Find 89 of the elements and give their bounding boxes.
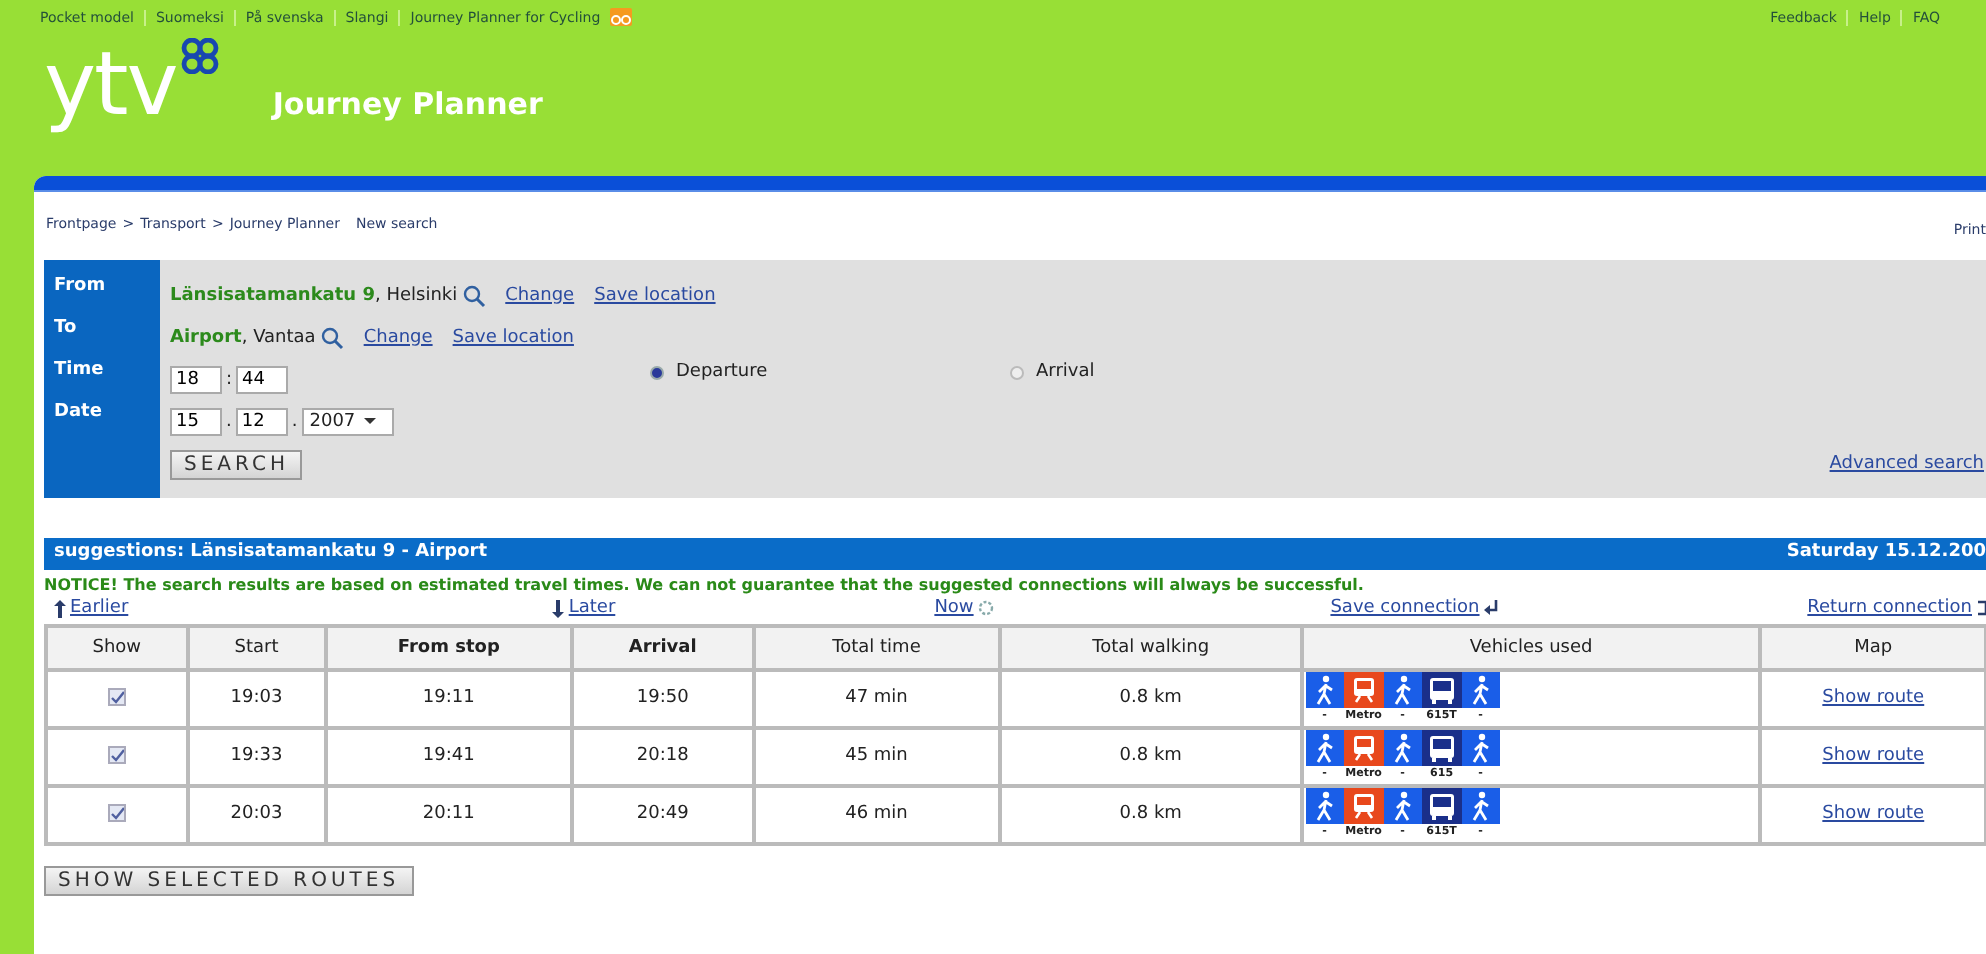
- arrival-time: 20:18: [636, 746, 689, 766]
- show-selected-routes-button[interactable]: SHOW SELECTED ROUTES: [44, 865, 414, 895]
- save-location-link[interactable]: Save location: [594, 285, 716, 305]
- show-route-link[interactable]: Show route: [1822, 746, 1925, 766]
- arrival-time: 20:49: [636, 804, 689, 824]
- bus-icon: [1421, 730, 1462, 766]
- search-button[interactable]: SEARCH: [170, 450, 303, 480]
- check-icon: [109, 690, 124, 705]
- page-title: Journey Planner: [272, 86, 543, 122]
- results-date: Saturday 15.12.200: [1786, 542, 1986, 566]
- save-link[interactable]: Save connection: [1330, 598, 1498, 618]
- down-arrow-icon: [552, 599, 565, 617]
- location-text: Länsisatamankatu 9, Helsinki: [170, 285, 458, 305]
- departure-time: 19:41: [422, 746, 475, 766]
- date-field[interactable]: 12: [235, 407, 288, 435]
- now-link[interactable]: Now: [934, 598, 994, 618]
- radio-label: Departure: [676, 362, 768, 382]
- field-label: Date: [54, 402, 104, 426]
- location-text: Airport, Vantaa: [170, 327, 316, 347]
- radio-button[interactable]: [650, 365, 664, 379]
- caret-icon: [363, 418, 376, 424]
- column-header: Total walking: [999, 625, 1302, 669]
- show-route-link[interactable]: Show route: [1822, 804, 1925, 824]
- separator-text: :: [226, 369, 233, 389]
- show-checkbox[interactable]: [107, 746, 126, 765]
- total-time: 47 min: [845, 688, 908, 708]
- column-header: Total time: [753, 625, 1000, 669]
- walking-distance: 0.8 km: [1119, 688, 1182, 708]
- walking-icon: [1383, 730, 1422, 766]
- separator-text: .: [226, 411, 232, 431]
- field-label: From: [54, 276, 108, 300]
- train-icon: [1343, 672, 1384, 708]
- show-checkbox[interactable]: [107, 688, 126, 707]
- check-icon: [109, 748, 124, 763]
- search-icon: [461, 283, 486, 307]
- total-time: 45 min: [845, 746, 908, 766]
- results-title: suggestions: Länsisatamankatu 9 - Airport: [54, 542, 488, 566]
- show-checkbox[interactable]: [107, 804, 126, 823]
- walking-icon: [1461, 788, 1500, 824]
- up-arrow-icon: [54, 599, 66, 617]
- start-time: 20:03: [230, 804, 283, 824]
- show-route-link[interactable]: Show route: [1822, 688, 1925, 708]
- column-header: Arrival: [572, 625, 754, 669]
- walking-icon: [1383, 672, 1422, 708]
- start-time: 19:03: [230, 688, 283, 708]
- walking-icon: [1305, 672, 1344, 708]
- return-link[interactable]: Return connection: [1807, 598, 1986, 618]
- change-link[interactable]: Change: [505, 285, 575, 305]
- column-header: Show: [46, 625, 188, 669]
- save-location-link[interactable]: Save location: [452, 327, 574, 347]
- walking-icon: [1383, 788, 1422, 824]
- total-time: 46 min: [845, 804, 908, 824]
- column-header: Vehicles used: [1301, 625, 1761, 669]
- date-field[interactable]: 15: [170, 407, 222, 435]
- walking-distance: 0.8 km: [1119, 746, 1182, 766]
- return-arrow-icon: [1483, 600, 1498, 616]
- earlier-link[interactable]: Earlier: [54, 598, 129, 618]
- time-field[interactable]: 18: [170, 365, 222, 393]
- train-icon: [1343, 788, 1384, 824]
- separator-text: .: [291, 411, 298, 431]
- walking-icon: [1461, 672, 1500, 708]
- radio-label: Arrival: [1036, 362, 1095, 382]
- search-icon: [319, 325, 344, 349]
- walking-icon: [1461, 730, 1500, 766]
- field-label: Time: [54, 360, 106, 384]
- departure-time: 20:11: [422, 804, 475, 824]
- year-dropdown[interactable]: 2007: [301, 407, 394, 435]
- later-link[interactable]: Later: [552, 598, 616, 618]
- check-icon: [109, 806, 124, 821]
- column-header: Map: [1760, 625, 1986, 669]
- departure-time: 19:11: [422, 688, 475, 708]
- logo-symbol-icon: [180, 38, 221, 74]
- field-label: To: [54, 318, 79, 342]
- walking-distance: 0.8 km: [1119, 804, 1182, 824]
- bicycle-icon: [610, 8, 633, 26]
- advanced-search-link[interactable]: Advanced search: [1829, 454, 1984, 474]
- bus-icon: [1421, 672, 1462, 708]
- train-icon: [1343, 730, 1384, 766]
- change-link[interactable]: Change: [363, 327, 433, 347]
- walking-icon: [1305, 730, 1344, 766]
- column-header: Start: [187, 625, 326, 669]
- notice-text: NOTICE! The search results are based on estimated travel times. We can not guarantee that the suggested connections will always be successful.: [44, 574, 1366, 594]
- bus-icon: [1421, 788, 1462, 824]
- radio-button[interactable]: [1010, 365, 1024, 379]
- start-time: 19:33: [230, 746, 283, 766]
- time-field[interactable]: 44: [236, 365, 289, 393]
- arrival-time: 19:50: [636, 688, 689, 708]
- column-header: From stop: [325, 625, 573, 669]
- walking-icon: [1305, 788, 1344, 824]
